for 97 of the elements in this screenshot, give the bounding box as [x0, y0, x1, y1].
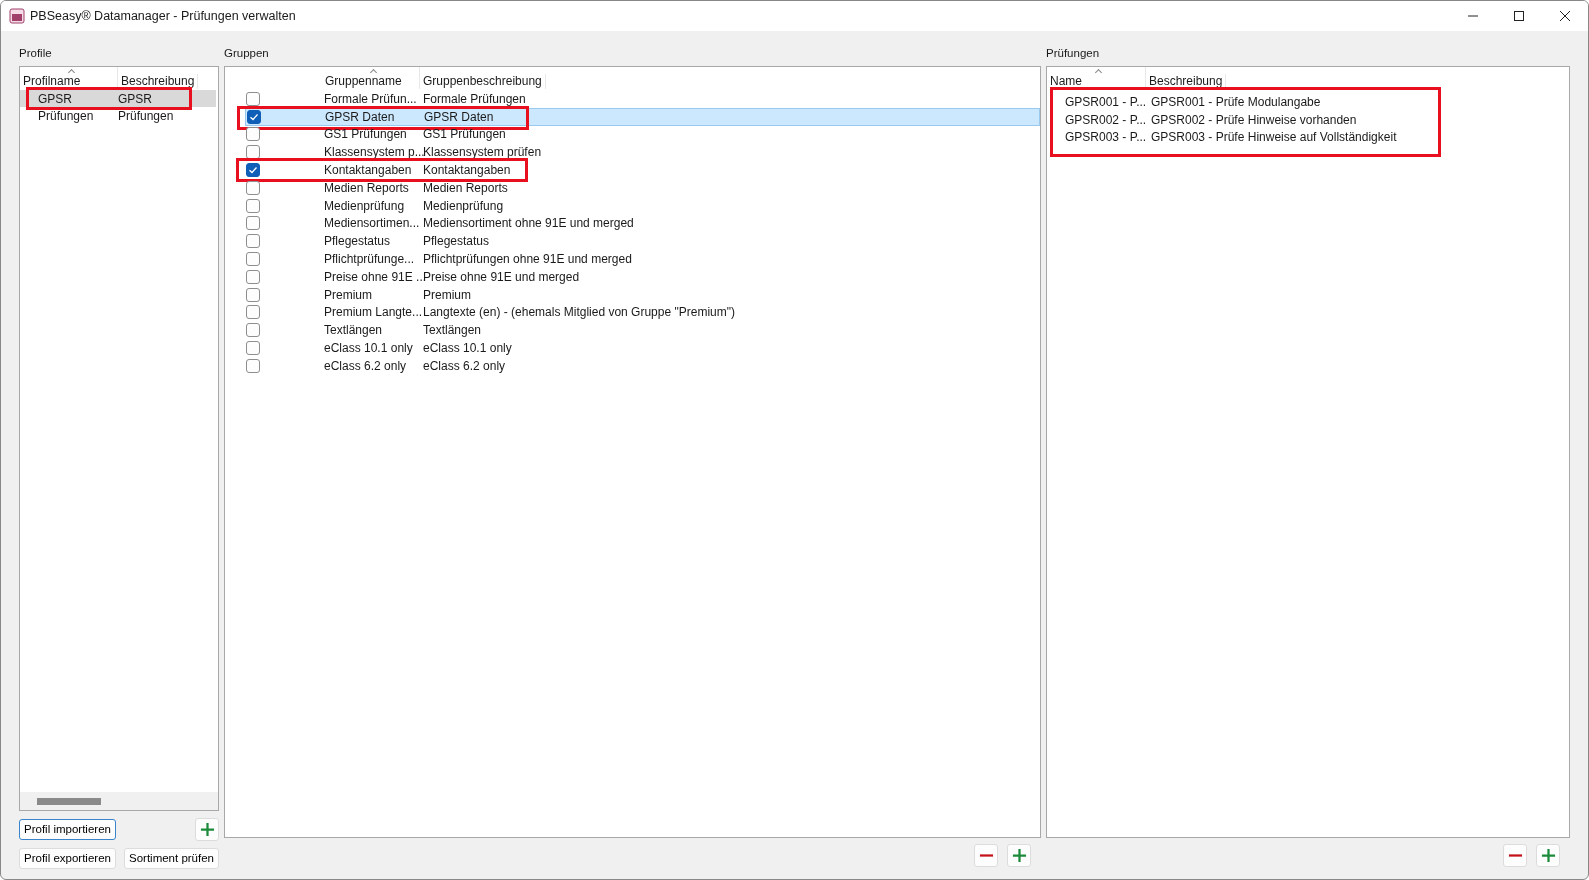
table-cell-text: Medienprüfung: [422, 198, 504, 213]
table-cell-text: Mediensortimen...: [323, 216, 421, 231]
checkbox[interactable]: [246, 163, 260, 178]
group-row[interactable]: Medienprüfung Medienprüfung: [245, 196, 1040, 215]
table-cell-text: Textlängen: [323, 323, 384, 338]
import-button[interactable]: Profil importieren: [19, 818, 116, 840]
checkbox[interactable]: [246, 198, 260, 213]
group-row[interactable]: GS1 Prüfungen GS1 Prüfungen: [245, 125, 1040, 144]
group-row[interactable]: Formale Prüfun... Formale Prüfungen: [245, 90, 1040, 108]
column-header[interactable]: Profilname: [20, 67, 118, 89]
table-cell-text: GPSR: [37, 91, 73, 106]
plus-icon: [1540, 848, 1556, 863]
table-cell-text: eClass 6.2 only: [323, 358, 408, 373]
checkbox[interactable]: [246, 287, 260, 302]
table-cell-text: Pflichtprüfungen ohne 91E und merged: [422, 252, 632, 267]
table-cell-text: GS1 Prüfungen: [422, 127, 506, 142]
table-cell-text: GPSR: [117, 91, 152, 106]
checkbox[interactable]: [246, 269, 260, 284]
table-cell-text: GPSR002 - P...: [1064, 112, 1148, 127]
panel-label: Prüfungen: [1046, 47, 1101, 61]
group-row[interactable]: Textlängen Textlängen: [245, 321, 1040, 340]
checkbox[interactable]: [247, 109, 261, 124]
table-cell-text: Medien Reports: [323, 180, 410, 195]
table-cell-text: Kontaktangaben: [422, 163, 511, 178]
remove-button[interactable]: [1503, 844, 1527, 867]
group-row[interactable]: Premium Langte...Langtexte (en) - (ehemals Mitglied von Gruppe "Premium"): [245, 303, 1040, 322]
table-cell-text: Textlängen: [422, 323, 482, 338]
window-title: PBSeasy® Datamanager - Prüfungen verwalten: [30, 9, 296, 23]
group-row[interactable]: eClass 6.2 only eClass 6.2 only: [245, 356, 1040, 375]
panel-label: Profile: [19, 47, 53, 61]
table-cell-text: Mediensortiment ohne 91E und merged: [422, 216, 634, 231]
checkbox[interactable]: [246, 234, 260, 249]
column-header[interactable]: Gruppenbeschreibung: [420, 74, 546, 89]
table-cell-text: Preise ohne 91E und merged: [423, 269, 580, 284]
table-cell-text: GPSR002 - Prüfe Hinweise vorhanden: [1150, 112, 1357, 127]
table-cell-text: eClass 10.1 only: [422, 341, 512, 356]
check-assortment-button[interactable]: Sortiment prüfen: [124, 847, 219, 869]
check-row[interactable]: GPSR002 - P... GPSR002 - Prüfe Hinweise vorhanden: [1047, 110, 1569, 129]
table-cell-text: GPSR001 - Prüfe Modulangabe: [1150, 94, 1321, 109]
table-cell-text: GPSR Daten: [324, 109, 396, 124]
checkbox[interactable]: [246, 91, 260, 106]
table-cell-text: Medien Reports: [422, 180, 508, 195]
table-cell-text: Kontaktangaben: [323, 163, 413, 178]
checkbox[interactable]: [246, 323, 260, 338]
checkbox[interactable]: [246, 216, 260, 231]
column-header[interactable]: Gruppenname: [322, 67, 420, 89]
table-cell-text: eClass 10.1 only: [323, 341, 414, 356]
group-row[interactable]: Pflegestatus Pflegestatus: [245, 232, 1040, 251]
group-row[interactable]: Medien Reports Medien Reports: [245, 179, 1040, 197]
table-cell-text: GPSR003 - P...: [1064, 130, 1148, 145]
add-button[interactable]: [1536, 844, 1560, 867]
column-header[interactable]: Beschreibung: [118, 74, 199, 89]
table-cell-text: Pflegestatus: [323, 234, 392, 249]
checkbox[interactable]: [246, 127, 260, 142]
table-cell-text: eClass 6.2 only: [422, 358, 506, 373]
plus-icon: [199, 821, 215, 837]
table-cell-text: GPSR003 - Prüfe Hinweise auf Vollständigkeit: [1150, 130, 1397, 145]
table-cell-text: Prüfungen: [37, 108, 95, 123]
add-button[interactable]: [195, 817, 219, 841]
checkbox[interactable]: [246, 252, 260, 267]
check-row[interactable]: GPSR001 - P... GPSR001 - Prüfe Modulangabe: [1047, 93, 1569, 111]
panel-label: Gruppen: [224, 47, 270, 61]
profile-row[interactable]: GPSR GPSR: [20, 90, 216, 107]
plus-icon: [1011, 848, 1027, 863]
table-cell-text: Premium Langte...: [323, 305, 421, 320]
checkbox[interactable]: [246, 341, 260, 356]
export-button[interactable]: Profil exportieren: [19, 847, 116, 869]
checkbox[interactable]: [246, 305, 260, 320]
app-icon: [9, 8, 25, 24]
group-row[interactable]: Preise ohne 91E ...Preise ohne 91E und merged: [245, 267, 1040, 286]
scrollbar-thumb[interactable]: [37, 797, 101, 805]
table-cell-text: Pflegestatus: [422, 234, 490, 249]
table-cell-text: Formale Prüfungen: [422, 91, 526, 106]
check-row[interactable]: GPSR003 - P... GPSR003 - Prüfe Hinweise auf Vollständigkeit: [1047, 128, 1569, 147]
checkbox[interactable]: [246, 145, 260, 160]
group-row[interactable]: Pflichtprüfunge... Pflichtprüfungen ohne 91E und merged: [245, 250, 1040, 268]
table-cell-text: GS1 Prüfungen: [323, 127, 408, 142]
table-cell-text: Medienprüfung: [323, 198, 406, 213]
table-cell-text: GPSR001 - P...: [1064, 94, 1148, 109]
table-cell-text: Langtexte (en) - (ehemals Mitglied von Gruppe "Premium"): [422, 305, 735, 320]
table-cell-text: Prüfungen: [117, 108, 174, 123]
checkbox[interactable]: [246, 358, 260, 373]
group-row[interactable]: eClass 10.1 only eClass 10.1 only: [245, 339, 1040, 357]
group-row[interactable]: Klassensystem p...Klassensystem prüfen: [245, 143, 1040, 162]
table-cell-text: GPSR Daten: [423, 109, 494, 124]
profile-row[interactable]: Prüfungen Prüfungen: [20, 107, 216, 124]
remove-button[interactable]: [974, 844, 998, 867]
add-button[interactable]: [1007, 844, 1031, 867]
column-header[interactable]: Beschreibung: [1146, 74, 1227, 89]
table-cell-text: Premium: [422, 287, 471, 302]
table-cell-text: Formale Prüfun...: [323, 91, 418, 106]
table-cell-text: Premium: [323, 287, 373, 302]
group-row[interactable]: Kontaktangaben Kontaktangaben: [245, 161, 1040, 179]
group-row[interactable]: Mediensortimen... Mediensortiment ohne 91E und merged: [245, 214, 1040, 233]
table-cell-text: Pflichtprüfunge...: [323, 252, 416, 267]
column-header[interactable]: Name: [1047, 67, 1146, 89]
group-row[interactable]: Premium Premium: [245, 285, 1040, 304]
